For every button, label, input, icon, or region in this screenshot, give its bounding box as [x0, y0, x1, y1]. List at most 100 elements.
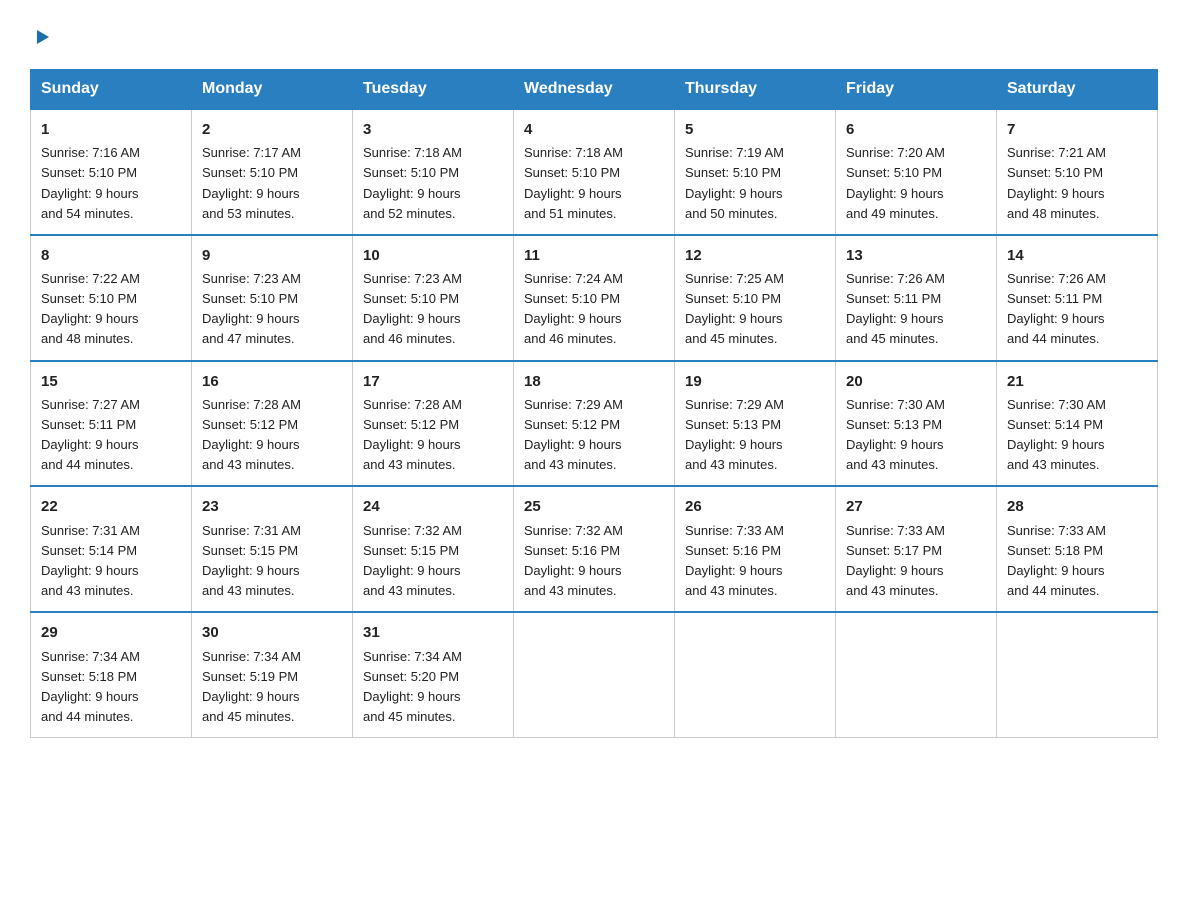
calendar-cell: 15Sunrise: 7:27 AMSunset: 5:11 PMDayligh…: [31, 361, 192, 487]
cell-info: Sunrise: 7:31 AMSunset: 5:15 PMDaylight:…: [202, 521, 342, 602]
day-number: 12: [685, 244, 825, 267]
day-number: 19: [685, 370, 825, 393]
cell-info: Sunrise: 7:26 AMSunset: 5:11 PMDaylight:…: [1007, 269, 1147, 350]
cell-info: Sunrise: 7:27 AMSunset: 5:11 PMDaylight:…: [41, 395, 181, 476]
cell-info: Sunrise: 7:31 AMSunset: 5:14 PMDaylight:…: [41, 521, 181, 602]
day-number: 4: [524, 118, 664, 141]
calendar-week-row: 15Sunrise: 7:27 AMSunset: 5:11 PMDayligh…: [31, 361, 1158, 487]
calendar-cell: [997, 612, 1158, 737]
day-number: 23: [202, 495, 342, 518]
cell-info: Sunrise: 7:30 AMSunset: 5:14 PMDaylight:…: [1007, 395, 1147, 476]
page-header: [30, 24, 1158, 51]
cell-info: Sunrise: 7:28 AMSunset: 5:12 PMDaylight:…: [363, 395, 503, 476]
weekday-header-wednesday: Wednesday: [514, 70, 675, 110]
calendar-cell: [836, 612, 997, 737]
calendar-cell: 21Sunrise: 7:30 AMSunset: 5:14 PMDayligh…: [997, 361, 1158, 487]
day-number: 28: [1007, 495, 1147, 518]
day-number: 10: [363, 244, 503, 267]
cell-info: Sunrise: 7:29 AMSunset: 5:12 PMDaylight:…: [524, 395, 664, 476]
cell-info: Sunrise: 7:32 AMSunset: 5:16 PMDaylight:…: [524, 521, 664, 602]
calendar-cell: 2Sunrise: 7:17 AMSunset: 5:10 PMDaylight…: [192, 109, 353, 235]
cell-info: Sunrise: 7:33 AMSunset: 5:18 PMDaylight:…: [1007, 521, 1147, 602]
cell-info: Sunrise: 7:34 AMSunset: 5:20 PMDaylight:…: [363, 647, 503, 728]
cell-info: Sunrise: 7:32 AMSunset: 5:15 PMDaylight:…: [363, 521, 503, 602]
calendar-cell: 25 Sunrise: 7:32 AMSunset: 5:16 PMDayligh…: [514, 486, 675, 612]
day-number: 5: [685, 118, 825, 141]
weekday-header-saturday: Saturday: [997, 70, 1158, 110]
cell-info: Sunrise: 7:28 AMSunset: 5:12 PMDaylight:…: [202, 395, 342, 476]
day-number: 9: [202, 244, 342, 267]
cell-info: Sunrise: 7:18 AMSunset: 5:10 PMDaylight:…: [363, 143, 503, 224]
day-number: 11: [524, 244, 664, 267]
day-number: 7: [1007, 118, 1147, 141]
day-number: 26: [685, 495, 825, 518]
cell-info: Sunrise: 7:20 AMSunset: 5:10 PMDaylight:…: [846, 143, 986, 224]
calendar-cell: 4Sunrise: 7:18 AMSunset: 5:10 PMDaylight…: [514, 109, 675, 235]
calendar-week-row: 22 Sunrise: 7:31 AMSunset: 5:14 PMDayligh…: [31, 486, 1158, 612]
cell-info: Sunrise: 7:30 AMSunset: 5:13 PMDaylight:…: [846, 395, 986, 476]
calendar-cell: 20Sunrise: 7:30 AMSunset: 5:13 PMDayligh…: [836, 361, 997, 487]
calendar-cell: 16Sunrise: 7:28 AMSunset: 5:12 PMDayligh…: [192, 361, 353, 487]
calendar-table: SundayMondayTuesdayWednesdayThursdayFrid…: [30, 69, 1158, 738]
calendar-cell: 3Sunrise: 7:18 AMSunset: 5:10 PMDaylight…: [353, 109, 514, 235]
cell-info: Sunrise: 7:22 AMSunset: 5:10 PMDaylight:…: [41, 269, 181, 350]
cell-info: Sunrise: 7:33 AMSunset: 5:17 PMDaylight:…: [846, 521, 986, 602]
calendar-cell: 19Sunrise: 7:29 AMSunset: 5:13 PMDayligh…: [675, 361, 836, 487]
calendar-cell: 11Sunrise: 7:24 AMSunset: 5:10 PMDayligh…: [514, 235, 675, 361]
cell-info: Sunrise: 7:18 AMSunset: 5:10 PMDaylight:…: [524, 143, 664, 224]
day-number: 22: [41, 495, 181, 518]
cell-info: Sunrise: 7:17 AMSunset: 5:10 PMDaylight:…: [202, 143, 342, 224]
calendar-cell: 31 Sunrise: 7:34 AMSunset: 5:20 PMDayligh…: [353, 612, 514, 737]
calendar-cell: 23 Sunrise: 7:31 AMSunset: 5:15 PMDayligh…: [192, 486, 353, 612]
day-number: 18: [524, 370, 664, 393]
cell-info: Sunrise: 7:16 AMSunset: 5:10 PMDaylight:…: [41, 143, 181, 224]
cell-info: Sunrise: 7:19 AMSunset: 5:10 PMDaylight:…: [685, 143, 825, 224]
logo: [30, 24, 51, 51]
day-number: 2: [202, 118, 342, 141]
calendar-cell: [675, 612, 836, 737]
calendar-cell: [514, 612, 675, 737]
calendar-week-row: 8Sunrise: 7:22 AMSunset: 5:10 PMDaylight…: [31, 235, 1158, 361]
calendar-cell: 30Sunrise: 7:34 AMSunset: 5:19 PMDayligh…: [192, 612, 353, 737]
day-number: 1: [41, 118, 181, 141]
calendar-cell: 17Sunrise: 7:28 AMSunset: 5:12 PMDayligh…: [353, 361, 514, 487]
day-number: 15: [41, 370, 181, 393]
calendar-cell: 12Sunrise: 7:25 AMSunset: 5:10 PMDayligh…: [675, 235, 836, 361]
cell-info: Sunrise: 7:24 AMSunset: 5:10 PMDaylight:…: [524, 269, 664, 350]
calendar-cell: 26 Sunrise: 7:33 AMSunset: 5:16 PMDayligh…: [675, 486, 836, 612]
day-number: 27: [846, 495, 986, 518]
day-number: 8: [41, 244, 181, 267]
day-number: 6: [846, 118, 986, 141]
day-number: 21: [1007, 370, 1147, 393]
day-number: 25: [524, 495, 664, 518]
weekday-header-tuesday: Tuesday: [353, 70, 514, 110]
day-number: 31: [363, 621, 503, 644]
day-number: 24: [363, 495, 503, 518]
day-number: 3: [363, 118, 503, 141]
logo-triangle-icon: [33, 28, 51, 51]
weekday-header-sunday: Sunday: [31, 70, 192, 110]
calendar-cell: 7Sunrise: 7:21 AMSunset: 5:10 PMDaylight…: [997, 109, 1158, 235]
calendar-week-row: 1Sunrise: 7:16 AMSunset: 5:10 PMDaylight…: [31, 109, 1158, 235]
calendar-cell: 9Sunrise: 7:23 AMSunset: 5:10 PMDaylight…: [192, 235, 353, 361]
cell-info: Sunrise: 7:29 AMSunset: 5:13 PMDaylight:…: [685, 395, 825, 476]
calendar-cell: 18Sunrise: 7:29 AMSunset: 5:12 PMDayligh…: [514, 361, 675, 487]
day-number: 16: [202, 370, 342, 393]
calendar-cell: 10Sunrise: 7:23 AMSunset: 5:10 PMDayligh…: [353, 235, 514, 361]
cell-info: Sunrise: 7:26 AMSunset: 5:11 PMDaylight:…: [846, 269, 986, 350]
cell-info: Sunrise: 7:25 AMSunset: 5:10 PMDaylight:…: [685, 269, 825, 350]
cell-info: Sunrise: 7:23 AMSunset: 5:10 PMDaylight:…: [202, 269, 342, 350]
calendar-cell: 1Sunrise: 7:16 AMSunset: 5:10 PMDaylight…: [31, 109, 192, 235]
day-number: 14: [1007, 244, 1147, 267]
cell-info: Sunrise: 7:33 AMSunset: 5:16 PMDaylight:…: [685, 521, 825, 602]
calendar-cell: 8Sunrise: 7:22 AMSunset: 5:10 PMDaylight…: [31, 235, 192, 361]
calendar-cell: 27 Sunrise: 7:33 AMSunset: 5:17 PMDayligh…: [836, 486, 997, 612]
day-number: 20: [846, 370, 986, 393]
weekday-header-thursday: Thursday: [675, 70, 836, 110]
calendar-cell: 24 Sunrise: 7:32 AMSunset: 5:15 PMDayligh…: [353, 486, 514, 612]
calendar-cell: 13Sunrise: 7:26 AMSunset: 5:11 PMDayligh…: [836, 235, 997, 361]
day-number: 13: [846, 244, 986, 267]
cell-info: Sunrise: 7:21 AMSunset: 5:10 PMDaylight:…: [1007, 143, 1147, 224]
calendar-cell: 14Sunrise: 7:26 AMSunset: 5:11 PMDayligh…: [997, 235, 1158, 361]
weekday-header-friday: Friday: [836, 70, 997, 110]
